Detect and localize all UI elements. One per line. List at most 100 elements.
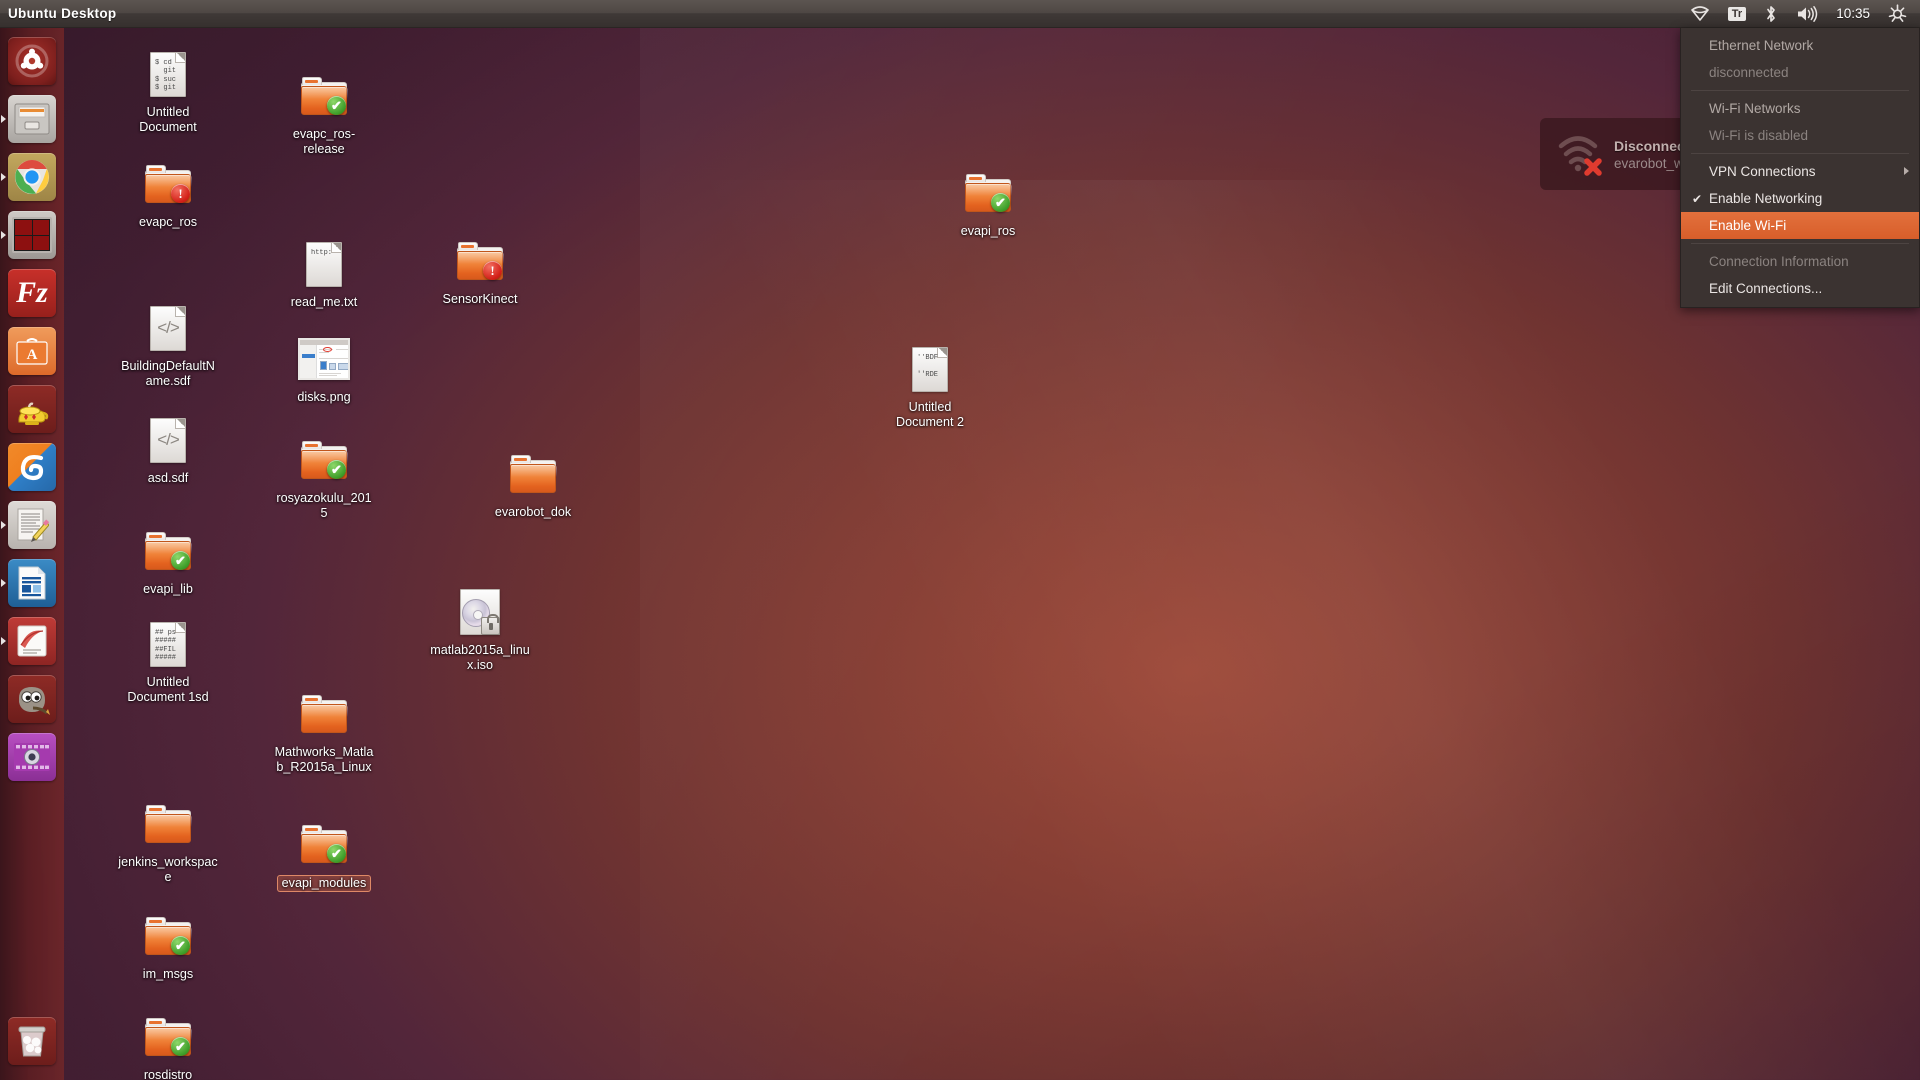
sync-error-badge-icon: ! (171, 184, 190, 203)
desktop-icon-read-me-txt[interactable]: http: read_me.txt (272, 236, 376, 310)
menu-item-vpn-connections[interactable]: VPN Connections (1681, 158, 1919, 185)
launcher-item-video-editor[interactable] (0, 728, 64, 786)
folder-icon: ✔ (140, 908, 196, 964)
desktop-icon-label: disks.png (297, 390, 351, 404)
folder-icon: ✔ (140, 1009, 196, 1065)
video-editor-icon (14, 743, 50, 771)
folder-icon: ✔ (296, 68, 352, 124)
desktop-icon-label: jenkins_workspace (118, 855, 218, 884)
desktop-icon-im-msgs[interactable]: ✔ im_msgs (116, 908, 220, 982)
text-file-icon: ''BDF ''RDE (902, 341, 958, 397)
menu-item-ethernet-disconnected: disconnected (1681, 59, 1919, 86)
desktop-icon-label: matlab2015a_linux.iso (430, 643, 530, 672)
libreoffice-writer-icon (18, 566, 46, 600)
network-indicator[interactable] (1681, 0, 1719, 28)
folder-icon: ✔ (140, 523, 196, 579)
launcher-item-chrome[interactable] (0, 148, 64, 206)
text-file-icon: $ cd git $ suc $ git (140, 46, 196, 102)
desktop-icon-evapi-lib[interactable]: ✔ evapi_lib (116, 523, 220, 597)
panel-indicator-area: Tr 10:35 (1681, 0, 1920, 28)
folder-icon (505, 446, 561, 502)
svg-text:A: A (27, 347, 38, 363)
system-menu-indicator[interactable] (1879, 0, 1916, 28)
launcher-item-swirl-app[interactable] (0, 438, 64, 496)
genie-lamp-icon (18, 402, 49, 425)
launcher-item-gimp[interactable] (0, 670, 64, 728)
menu-item-connection-information: Connection Information (1681, 248, 1919, 275)
menu-item-edit-connections[interactable]: Edit Connections... (1681, 275, 1919, 302)
desktop-icon-untitled-document-2[interactable]: ''BDF ''RDE Untitled Document 2 (878, 341, 982, 429)
chevron-right-icon (1904, 167, 1909, 175)
running-indicator-arrow (1, 521, 6, 529)
launcher-item-trash[interactable] (0, 1012, 64, 1070)
menu-item-label: Edit Connections... (1709, 281, 1823, 296)
gear-icon (1888, 4, 1907, 22)
image-thumbnail-icon (296, 331, 352, 387)
menu-item-label: Connection Information (1709, 254, 1849, 269)
running-indicator-arrow (1, 637, 6, 645)
desktop-icon-rosdistro[interactable]: ✔ rosdistro (116, 1009, 220, 1080)
desktop-icon-evapi-ros[interactable]: ✔ evapi_ros (936, 165, 1040, 239)
desktop-icon-evarobot-dok[interactable]: evarobot_dok (481, 446, 585, 520)
desktop-icon-label: Untitled Document 2 (896, 400, 964, 429)
text-editor-icon (17, 508, 49, 542)
launcher-item-libreoffice-writer[interactable] (0, 554, 64, 612)
sync-ok-badge-icon: ✔ (171, 936, 190, 955)
launcher-item-software-center[interactable]: A (0, 322, 64, 380)
bluetooth-indicator[interactable] (1755, 0, 1787, 28)
launcher-item-text-editor[interactable] (0, 496, 64, 554)
desktop-icon-label: evapc_ros (138, 215, 198, 229)
desktop-icon-buildingdefaultname-sdf[interactable]: </> BuildingDefaultName.sdf (116, 300, 220, 388)
desktop-icon-label: Untitled Document 1sd (127, 675, 209, 704)
desktop-icon-evapc-ros-release[interactable]: ✔ evapc_ros-release (272, 68, 376, 156)
launcher-item-document-viewer[interactable] (0, 612, 64, 670)
desktop-icon-untitled-document-1sd[interactable]: ## ps ##### ##FIL ##### Untitled Document… (116, 616, 220, 704)
launcher-item-filezilla[interactable]: Fz (0, 264, 64, 322)
menu-item-label: disconnected (1709, 65, 1789, 80)
desktop-icon-evapi-modules[interactable]: ✔ evapi_modules (272, 816, 376, 892)
desktop-icon-label: evapi_ros (960, 224, 1016, 238)
launcher-item-files[interactable] (0, 90, 64, 148)
desktop-icon-label: rosdistro (143, 1068, 193, 1080)
desktop-icon-matlab2015a-linux-iso[interactable]: matlab2015a_linux.iso (428, 584, 532, 672)
sync-ok-badge-icon: ✔ (327, 844, 346, 863)
desktop-icon-evapc-ros[interactable]: ! evapc_ros (116, 156, 220, 230)
clock-indicator[interactable]: 10:35 (1827, 0, 1879, 28)
sound-indicator[interactable] (1787, 0, 1827, 28)
orange-swirl-icon (20, 454, 44, 481)
text-file-icon: ## ps ##### ##FIL ##### (140, 616, 196, 672)
top-panel: Ubuntu Desktop Tr 10:35 (0, 0, 1920, 28)
evince-pdf-icon (17, 625, 47, 657)
desktop-icon-label: read_me.txt (290, 295, 358, 309)
trash-icon (18, 1026, 46, 1057)
folder-icon: ! (140, 156, 196, 212)
menu-item-enable-wifi[interactable]: Enable Wi-Fi (1681, 212, 1919, 239)
desktop-icon-untitled-document[interactable]: $ cd git $ suc $ git Untitled Document (116, 46, 220, 134)
running-indicator-arrow (1, 231, 6, 239)
menu-item-label: VPN Connections (1709, 164, 1816, 179)
filezilla-icon: Fz (16, 276, 48, 309)
volume-icon (1798, 5, 1818, 22)
desktop-icon-disks-png[interactable]: disks.png (272, 331, 376, 405)
text-file-icon: http: (296, 236, 352, 292)
sync-ok-badge-icon: ✔ (991, 193, 1010, 212)
software-center-icon: A (16, 338, 48, 365)
desktop-icon-label: evapi_lib (143, 582, 193, 596)
keyboard-layout-indicator[interactable]: Tr (1719, 0, 1755, 28)
menu-item-label: Wi-Fi Networks (1709, 101, 1801, 116)
desktop-icon-jenkins-workspace[interactable]: jenkins_workspace (116, 796, 220, 884)
folder-icon (296, 686, 352, 742)
desktop-icon-mathworks-matlab[interactable]: Mathworks_Matlab_R2015a_Linux (272, 686, 376, 774)
desktop-icon-rosyazokulu-2015[interactable]: ✔ rosyazokulu_2015 (272, 432, 376, 520)
menu-item-label: Enable Networking (1709, 191, 1823, 206)
network-indicator-menu: Ethernet Network disconnected Wi-Fi Networ… (1680, 28, 1920, 308)
launcher-item-genie-lamp[interactable] (0, 380, 64, 438)
launcher-item-dash[interactable] (0, 32, 64, 90)
desktop-icon-sensorkinect[interactable]: ! SensorKinect (428, 233, 532, 307)
folder-icon: ✔ (296, 432, 352, 488)
menu-item-enable-networking[interactable]: ✔ Enable Networking (1681, 185, 1919, 212)
wifi-disconnected-icon (1554, 132, 1606, 176)
launcher-item-terminal[interactable] (0, 206, 64, 264)
desktop-icon-asd-sdf[interactable]: </> asd.sdf (116, 412, 220, 486)
menu-item-wifi-networks-header: Wi-Fi Networks (1681, 95, 1919, 122)
